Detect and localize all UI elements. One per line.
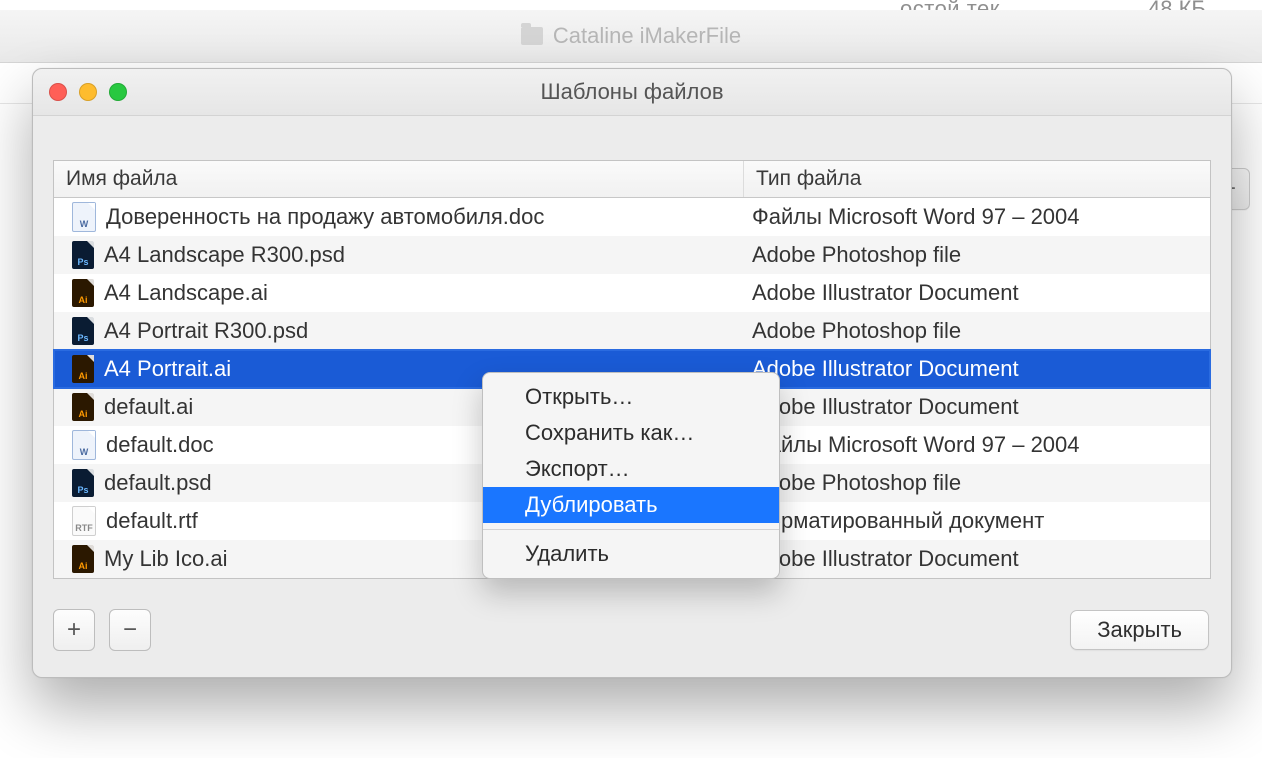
ctx-separator	[483, 529, 779, 530]
ai-file-icon: Ai	[72, 279, 94, 307]
bg-window-title-text: Cataline iMakerFile	[553, 23, 741, 49]
folder-icon	[521, 27, 543, 45]
add-template-button[interactable]: +	[53, 609, 95, 651]
cell-type: Adobe Illustrator Document	[744, 394, 1210, 420]
ctx-duplicate[interactable]: Дублировать	[483, 487, 779, 523]
column-header-name[interactable]: Имя файла	[54, 161, 744, 197]
column-header-type[interactable]: Тип файла	[744, 161, 1210, 197]
ctx-export[interactable]: Экспорт…	[483, 451, 779, 487]
file-name: default.rtf	[106, 508, 198, 534]
cell-type: Adobe Illustrator Document	[744, 356, 1210, 382]
file-name: A4 Portrait R300.psd	[104, 318, 308, 344]
cell-type: Форматированный документ	[744, 508, 1210, 534]
zoom-window-icon[interactable]	[109, 83, 127, 101]
file-name: default.doc	[106, 432, 214, 458]
minimize-window-icon[interactable]	[79, 83, 97, 101]
psd-file-icon: Ps	[72, 469, 94, 497]
file-name: default.ai	[104, 394, 193, 420]
remove-template-button[interactable]: −	[109, 609, 151, 651]
file-name: Доверенность на продажу автомобиля.doc	[106, 204, 544, 230]
file-name: default.psd	[104, 470, 212, 496]
ai-file-icon: Ai	[72, 393, 94, 421]
context-menu: Открыть… Сохранить как… Экспорт… Дублиро…	[482, 372, 780, 579]
table-row[interactable]: W Доверенность на продажу автомобиля.doc Ф…	[54, 198, 1210, 236]
cell-type: Файлы Microsoft Word 97 – 2004	[744, 432, 1210, 458]
cell-name: Ps A4 Landscape R300.psd	[54, 241, 744, 269]
ctx-open[interactable]: Открыть…	[483, 379, 779, 415]
file-name: A4 Portrait.ai	[104, 356, 231, 382]
ai-file-icon: Ai	[72, 355, 94, 383]
bg-window-title: Cataline iMakerFile	[0, 23, 1262, 49]
close-button[interactable]: Закрыть	[1070, 610, 1209, 650]
file-name: A4 Landscape R300.psd	[104, 242, 345, 268]
cell-type: Adobe Photoshop file	[744, 470, 1210, 496]
ai-file-icon: Ai	[72, 545, 94, 573]
ctx-save-as[interactable]: Сохранить как…	[483, 415, 779, 451]
cell-type: Файлы Microsoft Word 97 – 2004	[744, 204, 1210, 230]
cell-type: Adobe Photoshop file	[744, 318, 1210, 344]
cell-name: Ai A4 Landscape.ai	[54, 279, 744, 307]
cell-name: W Доверенность на продажу автомобиля.doc	[54, 202, 744, 232]
doc-file-icon: W	[72, 202, 96, 232]
table-row[interactable]: Ai A4 Landscape.ai Adobe Illustrator Docum…	[54, 274, 1210, 312]
cell-type: Adobe Photoshop file	[744, 242, 1210, 268]
table-header: Имя файла Тип файла	[54, 161, 1210, 198]
rtf-file-icon: RTF	[72, 506, 96, 536]
cell-name: Ps A4 Portrait R300.psd	[54, 317, 744, 345]
sheet-bottom-bar: + − Закрыть	[33, 597, 1231, 677]
file-name: My Lib Ico.ai	[104, 546, 228, 572]
cell-type: Adobe Illustrator Document	[744, 546, 1210, 572]
window-controls	[49, 83, 127, 101]
ctx-delete[interactable]: Удалить	[483, 536, 779, 572]
psd-file-icon: Ps	[72, 317, 94, 345]
close-window-icon[interactable]	[49, 83, 67, 101]
file-name: A4 Landscape.ai	[104, 280, 268, 306]
table-row[interactable]: Ps A4 Landscape R300.psd Adobe Photoshop f…	[54, 236, 1210, 274]
sheet-titlebar: Шаблоны файлов	[33, 69, 1231, 116]
table-row[interactable]: Ps A4 Portrait R300.psd Adobe Photoshop fi…	[54, 312, 1210, 350]
doc-file-icon: W	[72, 430, 96, 460]
psd-file-icon: Ps	[72, 241, 94, 269]
sheet-title: Шаблоны файлов	[33, 79, 1231, 105]
cell-type: Adobe Illustrator Document	[744, 280, 1210, 306]
